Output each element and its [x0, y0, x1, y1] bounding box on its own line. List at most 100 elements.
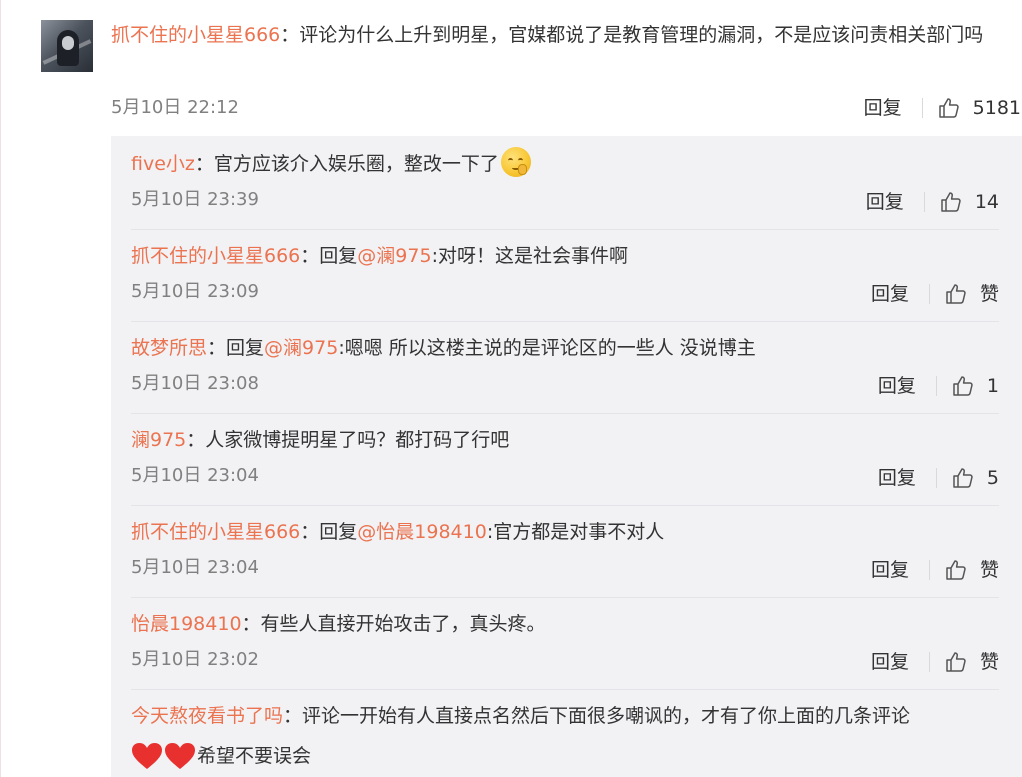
reply-body: :嗯嗯 所以这楼主说的是评论区的一些人 没说博主: [338, 337, 756, 359]
separator: ：: [241, 613, 261, 635]
list-item: 抓不住的小星星666：回复@怡晨198410:官方都是对事不对人 5月10日 2…: [131, 512, 999, 598]
divider: [921, 98, 923, 118]
reply-prefix: 回复: [226, 337, 265, 359]
list-item: 故梦所思：回复@澜975:嗯嗯 所以这楼主说的是评论区的一些人 没说博主 5月1…: [131, 328, 999, 414]
main-comment-body: 评论为什么上升到明星，官媒都说了是教育管理的漏洞，不是应该问责相关部门吗: [299, 24, 984, 46]
like-count: 5: [986, 467, 999, 489]
separator: ：: [186, 429, 206, 451]
reply-button[interactable]: 回复: [871, 556, 909, 584]
reply-time: 5月10日 23:02: [131, 649, 259, 670]
red-heart-icon: [165, 743, 195, 769]
shushing-face-icon: [500, 147, 531, 177]
thumbs-up-icon: [941, 192, 961, 212]
reply-username[interactable]: five小z: [131, 153, 195, 175]
reply-button[interactable]: 回复: [878, 464, 916, 492]
reply-button[interactable]: 回复: [864, 94, 902, 122]
reply-username[interactable]: 今天熬夜看书了吗: [131, 705, 283, 727]
reply-button[interactable]: 回复: [871, 648, 909, 676]
reply-body: 评论一开始有人直接点名然后下面很多嘲讽的，才有了你上面的几条评论: [302, 705, 911, 727]
reply-time: 5月10日 23:04: [131, 557, 259, 578]
reply-prefix: 回复: [319, 245, 358, 267]
main-comment-time: 5月10日 22:12: [111, 97, 239, 118]
red-heart-icon: [132, 743, 162, 769]
reply-actions: 回复 5: [878, 464, 999, 492]
divider: [928, 284, 930, 304]
separator: ：: [283, 705, 303, 727]
reply-text: five小z：官方应该介入娱乐圈，整改一下了: [131, 144, 999, 184]
reply-username[interactable]: 故梦所思: [131, 337, 207, 359]
mention-link[interactable]: @澜975: [264, 337, 338, 359]
list-item: five小z：官方应该介入娱乐圈，整改一下了 5月10日 23:39 回复 14: [131, 144, 999, 230]
reply-text: 抓不住的小星星666：回复@澜975:对呀！这是社会事件啊: [131, 236, 999, 276]
mention-link[interactable]: @怡晨198410: [357, 521, 487, 543]
separator: ：: [280, 24, 300, 46]
divider: [928, 560, 930, 580]
like-button[interactable]: 赞: [944, 556, 999, 584]
list-item: 澜975：人家微博提明星了吗？都打码了行吧 5月10日 23:04 回复 5: [131, 420, 999, 506]
reply-body: 人家微博提明星了吗？都打码了行吧: [205, 429, 510, 451]
divider: [935, 468, 937, 488]
reply-button[interactable]: 回复: [878, 372, 916, 400]
list-item: 今天熬夜看书了吗：评论一开始有人直接点名然后下面很多嘲讽的，才有了你上面的几条评…: [131, 696, 999, 776]
main-comment-username[interactable]: 抓不住的小星星666: [111, 24, 280, 46]
like-count: 赞: [979, 559, 999, 581]
mention-link[interactable]: @澜975: [357, 245, 431, 267]
reply-body: 官方应该介入娱乐圈，整改一下了: [213, 153, 499, 175]
main-comment-meta: 5月10日 22:12 回复 5181: [111, 94, 1021, 122]
main-comment-actions: 回复 5181: [864, 94, 1021, 122]
separator: ：: [300, 245, 320, 267]
avatar[interactable]: [41, 20, 93, 72]
separator: ：: [300, 521, 320, 543]
main-comment-text: 抓不住的小星星666：评论为什么上升到明星，官媒都说了是教育管理的漏洞，不是应该…: [111, 16, 1011, 54]
reply-actions: 回复 赞: [871, 280, 999, 308]
reply-button[interactable]: 回复: [871, 280, 909, 308]
reply-text: 抓不住的小星星666：回复@怡晨198410:官方都是对事不对人: [131, 512, 999, 552]
reply-time: 5月10日 23:39: [131, 189, 259, 210]
thumbs-up-icon: [946, 652, 966, 672]
reply-text: 今天熬夜看书了吗：评论一开始有人直接点名然后下面很多嘲讽的，才有了你上面的几条评…: [131, 696, 999, 776]
reply-actions: 回复 1: [878, 372, 999, 400]
reply-meta: 5月10日 23:02 回复 赞: [131, 644, 999, 676]
reply-actions: 回复 赞: [871, 556, 999, 584]
divider: [928, 652, 930, 672]
thumbs-up-icon: [953, 468, 973, 488]
reply-meta: 5月10日 23:04 回复 赞: [131, 552, 999, 584]
like-count: 赞: [979, 283, 999, 305]
reply-meta: 5月10日 23:39 回复 14: [131, 184, 999, 216]
reply-body: 有些人直接开始攻击了，真头疼。: [260, 613, 546, 635]
like-count: 赞: [979, 651, 999, 673]
like-button[interactable]: 14: [939, 188, 999, 216]
reply-username[interactable]: 抓不住的小星星666: [131, 521, 300, 543]
separator: ：: [207, 337, 227, 359]
thumbs-up-icon: [938, 98, 959, 118]
reply-username[interactable]: 澜975: [131, 429, 186, 451]
list-item: 抓不住的小星星666：回复@澜975:对呀！这是社会事件啊 5月10日 23:0…: [131, 236, 999, 322]
divider: [923, 192, 925, 212]
list-item: 怡晨198410：有些人直接开始攻击了，真头疼。 5月10日 23:02 回复 …: [131, 604, 999, 690]
reply-username[interactable]: 怡晨198410: [131, 613, 242, 635]
like-count: 1: [986, 375, 999, 397]
reply-suffix: 希望不要误会: [197, 745, 312, 767]
reply-time: 5月10日 23:09: [131, 281, 259, 302]
reply-meta: 5月10日 23:09 回复 赞: [131, 276, 999, 308]
reply-actions: 回复 14: [866, 188, 999, 216]
reply-meta: 5月10日 23:08 回复 1: [131, 368, 999, 400]
reply-time: 5月10日 23:08: [131, 373, 259, 394]
reply-button[interactable]: 回复: [866, 188, 904, 216]
like-count: 14: [974, 191, 999, 213]
like-button[interactable]: 5: [951, 464, 999, 492]
thumbs-up-icon: [953, 376, 973, 396]
reply-actions: 回复 赞: [871, 648, 999, 676]
divider: [935, 376, 937, 396]
reply-text: 故梦所思：回复@澜975:嗯嗯 所以这楼主说的是评论区的一些人 没说博主: [131, 328, 999, 368]
like-button[interactable]: 赞: [944, 280, 999, 308]
replies-panel: five小z：官方应该介入娱乐圈，整改一下了 5月10日 23:39 回复 14…: [111, 136, 1022, 777]
separator: ：: [194, 153, 214, 175]
like-button[interactable]: 1: [951, 372, 999, 400]
comment-thread: 抓不住的小星星666：评论为什么上升到明星，官媒都说了是教育管理的漏洞，不是应该…: [0, 0, 1022, 777]
reply-username[interactable]: 抓不住的小星星666: [131, 245, 300, 267]
like-button[interactable]: 赞: [944, 648, 999, 676]
like-button[interactable]: 5181: [937, 94, 1021, 122]
reply-prefix: 回复: [319, 521, 358, 543]
thumbs-up-icon: [946, 284, 966, 304]
